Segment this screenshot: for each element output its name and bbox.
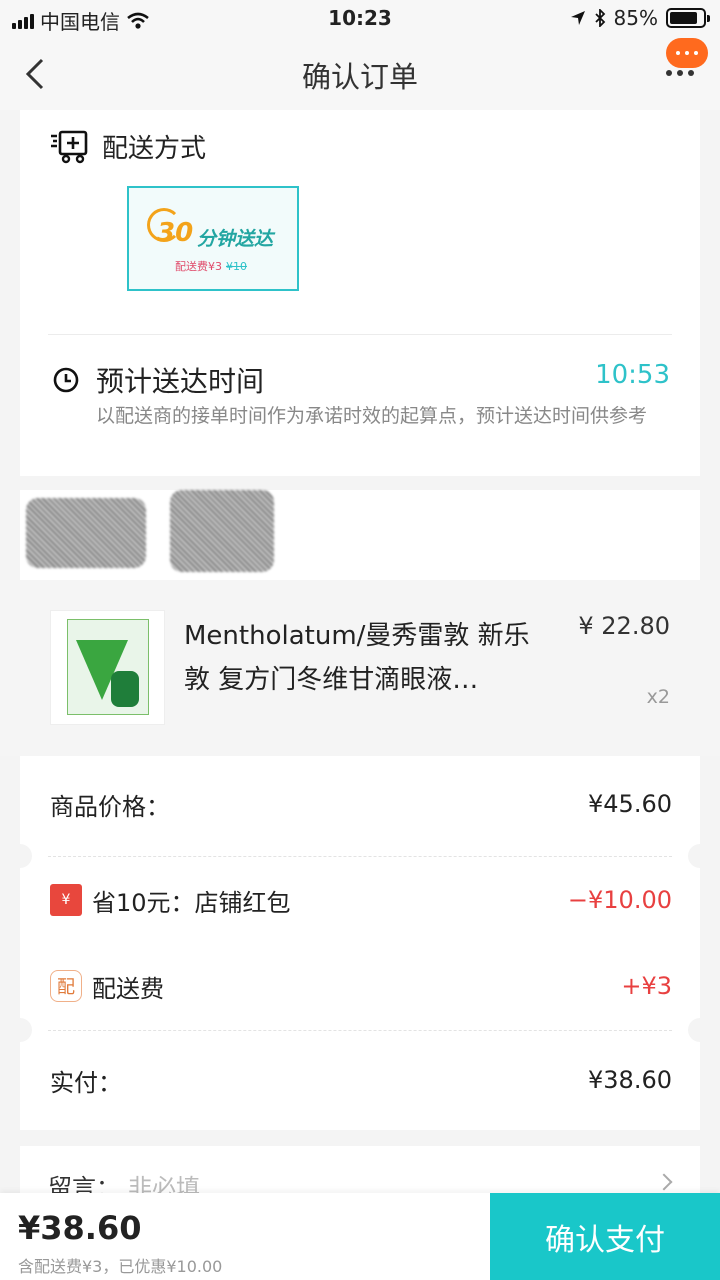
product-image <box>50 610 165 725</box>
product-bottle-graphic <box>111 671 139 707</box>
delivery-fee-label: 配送费¥3 <box>175 260 222 273</box>
product-item[interactable]: Mentholatum/曼秀雷敦 新乐敦 复方门冬维甘滴眼液… ¥ 22.80 … <box>0 580 720 756</box>
divider <box>48 334 672 335</box>
confirm-pay-button[interactable]: 确认支付 <box>490 1193 720 1280</box>
more-menu-button[interactable] <box>664 38 708 82</box>
product-price: ¥ 22.80 <box>578 612 670 640</box>
total-amount: ¥38.60 <box>18 1209 142 1247</box>
goods-price-row: 商品价格： ¥45.60 <box>50 784 672 824</box>
battery-level <box>670 12 698 24</box>
page-title: 确认订单 <box>301 60 418 94</box>
red-packet-icon: ¥ <box>50 884 82 916</box>
status-right: 85% <box>570 6 710 30</box>
shipping-fee-value: +¥3 <box>621 972 672 1000</box>
ticket-notch <box>688 844 712 868</box>
eta-time: 10:53 <box>595 360 670 390</box>
more-dots-icon <box>666 70 694 76</box>
ticket-notch <box>688 1018 712 1042</box>
eta-title: 预计送达时间 <box>96 365 265 398</box>
nav-bar: 确认订单 <box>0 38 720 110</box>
shipping-fee-icon: 配 <box>50 970 82 1002</box>
red-packet-value: −¥10.00 <box>567 886 672 914</box>
delivery-option-30min[interactable]: 30 分钟送达 配送费¥3 ¥10 <box>127 186 299 291</box>
clock-icon <box>53 367 79 393</box>
paid-row: 实付： ¥38.60 <box>50 1060 672 1100</box>
red-packet-row[interactable]: ¥ 省10元：店铺红包 −¥10.00 <box>50 880 672 920</box>
paid-label: 实付： <box>50 1068 122 1097</box>
redaction-scribble <box>26 498 146 568</box>
battery-icon <box>666 8 710 28</box>
delivery-option-fee: 配送费¥3 ¥10 <box>175 258 247 274</box>
shipping-fee-label: 配送费 <box>92 974 164 1003</box>
delivery-header: 配送方式 <box>50 128 206 165</box>
paid-value: ¥38.60 <box>588 1066 672 1094</box>
message-bubble-icon <box>666 38 708 68</box>
chevron-right-icon <box>655 1173 673 1191</box>
shipping-fee-row: 配 配送费 +¥3 <box>50 966 672 1006</box>
checkout-bar: ¥38.60 含配送费¥3，已优惠¥10.00 确认支付 <box>0 1193 720 1280</box>
delivery-card: 配送方式 30 分钟送达 配送费¥3 ¥10 预计送达时间 10:53 以配送商的… <box>20 110 700 476</box>
red-packet-label: 省10元：店铺红包 <box>92 888 291 917</box>
dashed-divider <box>48 1030 672 1031</box>
delivery-option-number: 30 <box>157 218 194 248</box>
location-arrow-icon <box>570 11 585 25</box>
product-name: Mentholatum/曼秀雷敦 新乐敦 复方门冬维甘滴眼液… <box>184 621 530 695</box>
price-summary-card: 商品价格： ¥45.60 ¥ 省10元：店铺红包 −¥10.00 配 配送费 +… <box>8 756 712 1130</box>
delivery-original-fee: ¥10 <box>226 260 247 273</box>
product-quantity: x2 <box>646 686 670 708</box>
ticket-notch <box>8 1018 32 1042</box>
battery-percent: 85% <box>613 6 658 30</box>
redaction-scribble <box>170 490 274 572</box>
total-note: 含配送费¥3，已优惠¥10.00 <box>18 1257 223 1276</box>
delivery-section-title: 配送方式 <box>102 134 207 164</box>
goods-price-value: ¥45.60 <box>588 790 672 818</box>
dashed-divider <box>48 856 672 857</box>
bluetooth-icon <box>594 9 605 27</box>
goods-price-label: 商品价格： <box>50 792 170 821</box>
eta-description: 以配送商的接单时间作为承诺时效的起算点，预计送达时间供参考 <box>96 405 648 427</box>
status-bar: 中国电信 10:23 85% <box>0 0 720 38</box>
address-card-redacted[interactable] <box>20 490 700 580</box>
delivery-truck-icon <box>51 130 88 163</box>
ticket-notch <box>8 844 32 868</box>
delivery-option-label: 分钟送达 <box>197 228 274 250</box>
